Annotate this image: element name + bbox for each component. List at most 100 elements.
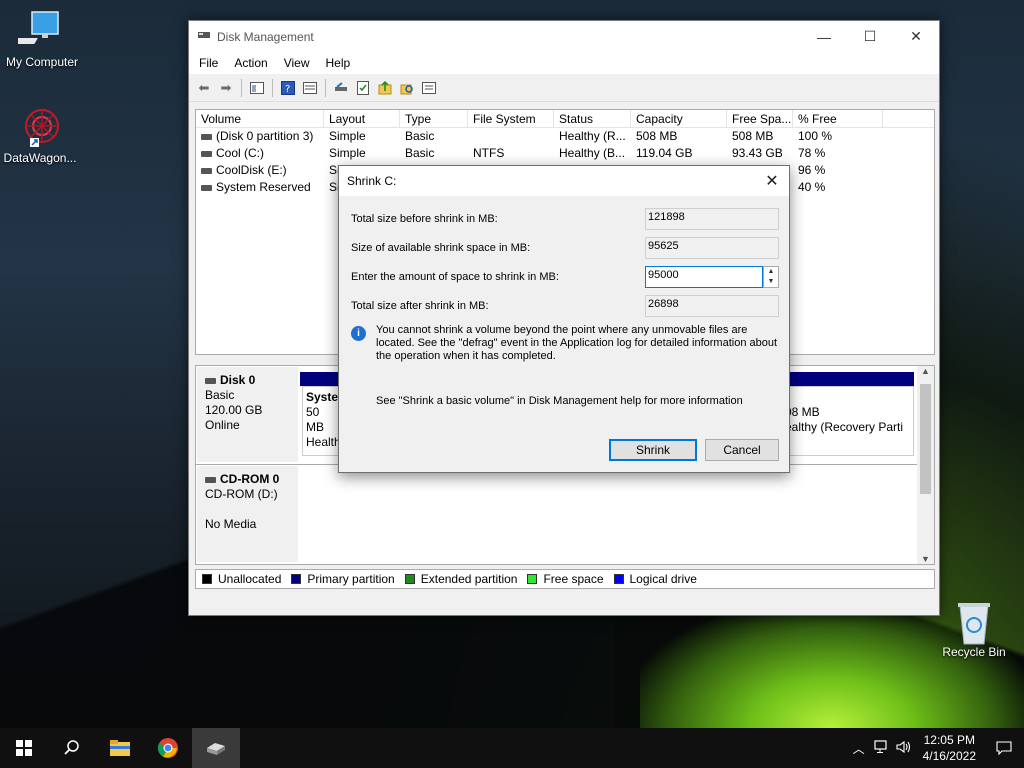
shrink-amount-input[interactable]: 95000 (645, 266, 763, 288)
clock-time: 12:05 PM (923, 733, 975, 747)
total-after-row: Total size after shrink in MB: 26898 (351, 295, 779, 317)
clock-date: 4/16/2022 (922, 749, 976, 763)
maximize-button[interactable]: ☐ (847, 21, 893, 52)
taskbar-file-explorer[interactable] (96, 728, 144, 768)
menu-file[interactable]: File (191, 56, 226, 70)
svg-text:?: ? (285, 84, 290, 95)
menu-action[interactable]: Action (226, 56, 275, 70)
folder-up-icon[interactable] (376, 79, 394, 97)
chevron-up-icon[interactable]: ︿ (847, 740, 871, 757)
desktop-icon-my-computer[interactable]: My Computer (0, 10, 84, 69)
connect-icon[interactable] (332, 79, 350, 97)
volume-icon (201, 167, 212, 174)
column-header-type[interactable]: Type (400, 110, 468, 127)
disk-0-label[interactable]: Disk 0 Basic 120.00 GB Online (197, 367, 298, 462)
menu-bar: File Action View Help (189, 52, 939, 74)
disk-panel-scrollbar[interactable]: ▲ ▼ (917, 366, 934, 564)
shrink-dialog: Shrink C: ✕ Total size before shrink in … (338, 165, 790, 473)
partition-system-reserved[interactable]: Syster 50 MB Health (302, 386, 342, 456)
chrome-icon (157, 738, 178, 758)
system-tray: ︿ 12:05 PM 4/16/2022 (847, 728, 1024, 768)
folder-icon (110, 740, 130, 756)
dialog-close-button[interactable]: ✕ (755, 171, 789, 191)
network-icon[interactable] (871, 739, 893, 757)
window-title: Disk Management (217, 29, 314, 44)
checklist-icon[interactable] (354, 79, 372, 97)
disk-management-icon (207, 743, 225, 755)
cdrom-0-label[interactable]: CD-ROM 0 CD-ROM (D:) No Media (197, 466, 298, 562)
column-header-free-space[interactable]: Free Spa... (727, 110, 793, 127)
legend-swatch (291, 574, 302, 584)
legend-swatch (404, 574, 415, 584)
column-header-percent-free[interactable]: % Free (793, 110, 883, 127)
dialog-title: Shrink C: (347, 174, 397, 188)
legend-item-extended: Extended partition (404, 572, 517, 586)
recycle-bin-icon (950, 600, 998, 645)
volume-icon (201, 133, 212, 140)
window-titlebar[interactable]: Disk Management — ☐ ✕ (189, 21, 939, 52)
taskbar-chrome[interactable] (144, 728, 192, 768)
taskbar: ︿ 12:05 PM 4/16/2022 (0, 728, 1024, 768)
table-row[interactable]: Cool (C:) Simple Basic NTFS Healthy (B..… (196, 145, 934, 162)
legend-item-logical: Logical drive (613, 572, 697, 586)
back-arrow-icon[interactable]: ⬅ (195, 79, 213, 97)
legend-swatch (202, 574, 212, 584)
desktop-icon-recycle-bin[interactable]: Recycle Bin (932, 600, 1016, 659)
legend-item-free-space: Free space (527, 572, 604, 586)
column-header-file-system[interactable]: File System (468, 110, 554, 127)
total-before-field: 121898 (645, 208, 779, 230)
menu-help[interactable]: Help (318, 56, 359, 70)
notifications-icon[interactable] (984, 728, 1024, 768)
help-icon[interactable]: ? (279, 79, 297, 97)
total-after-field: 26898 (645, 295, 779, 317)
console-tree-icon[interactable] (248, 79, 266, 97)
column-header-capacity[interactable]: Capacity (631, 110, 727, 127)
table-row[interactable]: (Disk 0 partition 3) Simple Basic Health… (196, 128, 934, 145)
amount-row: Enter the amount of space to shrink in M… (351, 266, 779, 288)
scroll-down-icon[interactable]: ▼ (917, 554, 934, 564)
list-view-icon[interactable] (420, 79, 438, 97)
toolbar: ⬅ ➡ ? (189, 74, 939, 102)
scroll-thumb[interactable] (920, 384, 931, 494)
minimize-button[interactable]: — (801, 21, 847, 52)
close-button[interactable]: ✕ (893, 21, 939, 52)
clock[interactable]: 12:05 PM 4/16/2022 (915, 732, 984, 764)
forward-arrow-icon[interactable]: ➡ (217, 79, 235, 97)
legend-item-unallocated: Unallocated (202, 572, 281, 586)
amount-label: Enter the amount of space to shrink in M… (351, 271, 559, 283)
scroll-up-icon[interactable]: ▲ (917, 366, 934, 376)
taskbar-disk-management[interactable] (192, 728, 240, 768)
total-before-label: Total size before shrink in MB: (351, 213, 498, 225)
cdrom-icon (205, 476, 216, 483)
column-header-layout[interactable]: Layout (324, 110, 400, 127)
spin-up-icon[interactable]: ▲ (764, 267, 778, 277)
datawagon-icon (16, 106, 64, 148)
desktop-icon-label: Recycle Bin (942, 645, 1006, 659)
search-button[interactable] (48, 728, 96, 768)
desktop-icon-datawagon[interactable]: DataWagon... (0, 106, 82, 165)
disk-icon (205, 377, 216, 384)
menu-view[interactable]: View (276, 56, 318, 70)
total-before-row: Total size before shrink in MB: 121898 (351, 208, 779, 230)
windows-icon (16, 740, 32, 756)
shrink-amount-spinner[interactable]: ▲ ▼ (763, 266, 779, 288)
desktop-icon-label: DataWagon... (3, 151, 77, 165)
properties-icon[interactable] (301, 79, 319, 97)
legend-swatch (613, 574, 624, 584)
start-button[interactable] (0, 728, 48, 768)
help-link-text: See "Shrink a basic volume" in Disk Mana… (376, 395, 743, 407)
volume-list-header: Volume Layout Type File System Status Ca… (196, 110, 934, 128)
column-header-volume[interactable]: Volume (196, 110, 324, 127)
spin-down-icon[interactable]: ▼ (764, 277, 778, 287)
available-label: Size of available shrink space in MB: (351, 242, 531, 254)
search-icon (64, 740, 79, 755)
cancel-button[interactable]: Cancel (705, 439, 779, 461)
partition-recovery[interactable]: 08 MB ealthy (Recovery Parti (784, 386, 914, 456)
disk-management-icon (197, 29, 211, 44)
column-header-status[interactable]: Status (554, 110, 631, 127)
volume-icon[interactable] (893, 740, 915, 757)
dialog-titlebar[interactable]: Shrink C: ✕ (339, 166, 789, 196)
shrink-button[interactable]: Shrink (609, 439, 697, 461)
volume-icon (201, 184, 212, 191)
search-folder-icon[interactable] (398, 79, 416, 97)
